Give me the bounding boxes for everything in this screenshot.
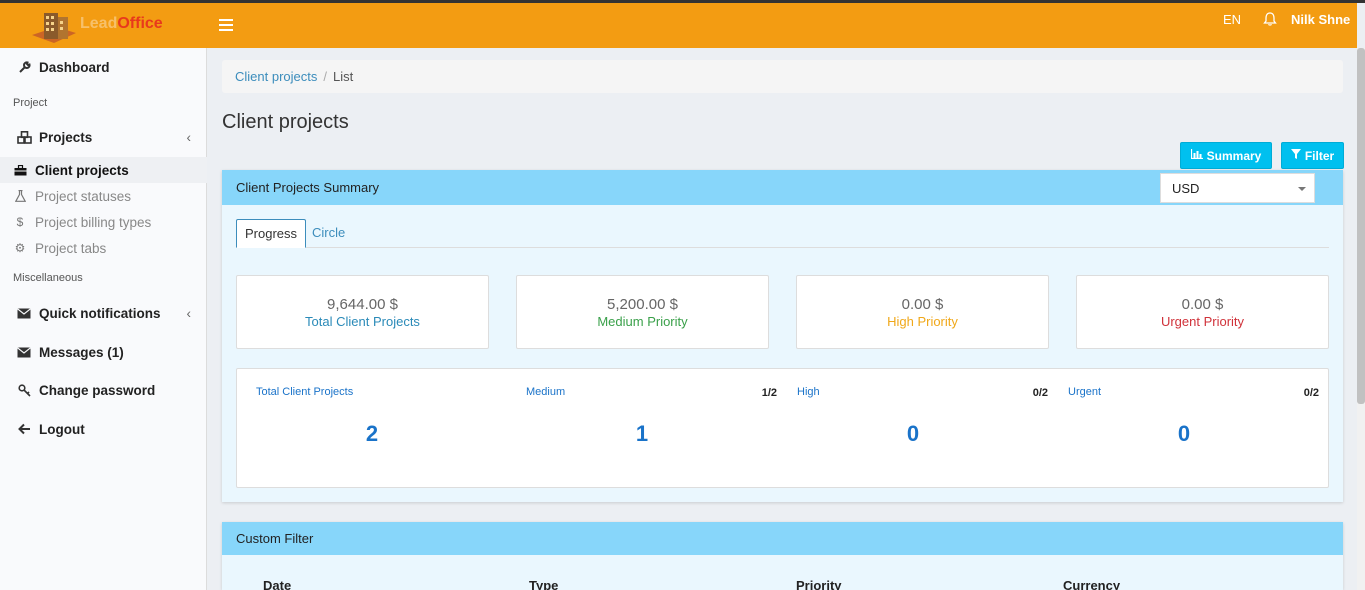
progress-label: Medium xyxy=(526,386,566,398)
key-icon xyxy=(16,383,32,397)
filter-label-type: Type xyxy=(529,578,559,590)
stat-amount: 9,644.00 $ xyxy=(327,296,398,313)
sidebar-item-label: Quick notifications xyxy=(39,305,161,321)
custom-filter-title: Custom Filter xyxy=(222,522,1343,555)
sidebar-item-project-statuses[interactable]: Project statuses xyxy=(0,183,207,209)
progress-value: 0 xyxy=(906,421,920,446)
chevron-left-icon: ‹ xyxy=(186,305,192,321)
progress-ratio: 1/2 xyxy=(761,387,777,399)
progress-item-urgent: Urgent 0/2 0 xyxy=(1049,369,1319,489)
sidebar-item-label: Project statuses xyxy=(35,188,132,204)
sidebar-item-logout[interactable]: Logout xyxy=(0,415,207,443)
progress-value: 2 xyxy=(365,421,379,446)
breadcrumb-separator: / xyxy=(323,69,327,84)
stat-label: Urgent Priority xyxy=(1160,314,1245,329)
sidebar-item-project-billing-types[interactable]: $ Project billing types xyxy=(0,209,207,235)
currency-select[interactable]: USD xyxy=(1160,173,1315,203)
dollar-icon: $ xyxy=(16,215,24,229)
stat-box-medium: 5,200.00 $ Medium Priority xyxy=(516,275,769,349)
breadcrumb-current: List xyxy=(333,69,354,84)
progress-label: High xyxy=(797,386,820,398)
sidebar-item-client-projects[interactable]: Client projects xyxy=(0,157,207,183)
sidebar-item-label: Project billing types xyxy=(35,214,152,230)
arrow-left-icon xyxy=(16,423,32,435)
summary-button[interactable]: Summary xyxy=(1180,142,1272,169)
filter-icon xyxy=(1290,149,1301,162)
page-title: Client projects xyxy=(222,111,349,133)
envelope-icon xyxy=(16,346,32,358)
caret-down-icon xyxy=(1298,187,1306,191)
sidebar-item-label: Messages (1) xyxy=(39,344,124,360)
progress-item-total: Total Client Projects 2 xyxy=(237,369,507,489)
language-selector[interactable]: EN xyxy=(1223,12,1241,27)
filter-label-date: Date xyxy=(263,578,292,590)
cubes-icon xyxy=(16,130,32,144)
sidebar-item-label: Projects xyxy=(39,129,93,145)
progress-value: 1 xyxy=(635,421,649,446)
sidebar-item-label: Client projects xyxy=(35,162,129,178)
filter-label-priority: Priority xyxy=(796,578,842,590)
tab-circle[interactable]: Circle xyxy=(304,219,353,248)
stat-label: Medium Priority xyxy=(597,314,688,329)
scrollbar-thumb[interactable] xyxy=(1357,48,1365,404)
breadcrumb-link-client-projects[interactable]: Client projects xyxy=(235,69,317,84)
stat-box-high: 0.00 $ High Priority xyxy=(796,275,1049,349)
user-menu[interactable]: Nilk Shne xyxy=(1291,12,1350,27)
bell-icon[interactable] xyxy=(1263,12,1277,26)
breadcrumb: Client projects / List xyxy=(222,60,1343,93)
currency-select-value: USD xyxy=(1172,181,1200,196)
top-navbar: LeadOffice EN Nilk Shne xyxy=(0,3,1357,48)
tab-progress[interactable]: Progress xyxy=(236,219,307,248)
wrench-icon xyxy=(16,60,32,74)
progress-value: 0 xyxy=(1177,421,1191,446)
stat-amount: 0.00 $ xyxy=(1181,296,1224,313)
briefcase-icon xyxy=(13,164,27,176)
filter-button-label: Filter xyxy=(1304,148,1335,163)
summary-button-label: Summary xyxy=(1206,148,1262,163)
sidebar-item-quick-notifications[interactable]: Quick notifications ‹ xyxy=(0,299,207,327)
sidebar-section-miscellaneous: Miscellaneous xyxy=(13,272,83,284)
sidebar-item-label: Project tabs xyxy=(35,240,107,256)
bar-chart-icon xyxy=(1190,149,1203,162)
sidebar-item-messages[interactable]: Messages (1) xyxy=(0,338,207,366)
stat-box-total: 9,644.00 $ Total Client Projects xyxy=(236,275,489,349)
sidebar-item-label: Change password xyxy=(39,382,156,398)
logo-text[interactable]: LeadOffice xyxy=(80,15,163,33)
stat-amount: 5,200.00 $ xyxy=(607,296,678,313)
progress-ratio: 0/2 xyxy=(1032,387,1048,399)
progress-label: Urgent xyxy=(1068,386,1102,398)
envelope-icon xyxy=(16,307,32,319)
custom-filter-panel: Custom Filter Date Type Priority Currenc… xyxy=(222,522,1343,590)
flask-icon xyxy=(13,190,27,202)
progress-summary: Total Client Projects 2 Medium 1/2 1 Hig… xyxy=(236,368,1329,488)
progress-label: Total Client Projects xyxy=(256,386,354,398)
logo-text-part1: Lead xyxy=(80,15,118,32)
sidebar-item-dashboard[interactable]: Dashboard xyxy=(0,53,207,81)
progress-item-medium: Medium 1/2 1 xyxy=(507,369,777,489)
stat-amount: 0.00 $ xyxy=(901,296,944,313)
summary-panel: Client Projects Summary USD Progress Cir… xyxy=(222,170,1343,502)
stat-label: Total Client Projects xyxy=(305,314,420,329)
filter-button[interactable]: Filter xyxy=(1281,142,1344,169)
summary-tabs: Progress Circle xyxy=(236,219,1329,248)
sidebar-item-label: Dashboard xyxy=(39,59,110,75)
sidebar-toggle-icon[interactable] xyxy=(219,19,233,31)
sidebar-item-projects[interactable]: Projects ‹ xyxy=(0,123,207,151)
sidebar: Dashboard Project Projects ‹ Client proj… xyxy=(0,48,207,590)
progress-ratio: 0/2 xyxy=(1303,387,1319,399)
progress-item-high: High 0/2 0 xyxy=(778,369,1048,489)
stat-box-urgent: 0.00 $ Urgent Priority xyxy=(1076,275,1329,349)
sidebar-item-label: Logout xyxy=(39,421,85,437)
sidebar-item-project-tabs[interactable]: ⚙ Project tabs xyxy=(0,235,207,261)
sidebar-item-change-password[interactable]: Change password xyxy=(0,376,207,404)
stat-label: High Priority xyxy=(887,314,958,329)
cogs-icon: ⚙ xyxy=(14,241,26,255)
logo-text-part2: Office xyxy=(117,15,163,32)
chevron-left-icon: ‹ xyxy=(186,129,192,145)
sidebar-section-project: Project xyxy=(13,97,48,109)
building-logo-icon xyxy=(32,13,76,43)
page-scrollbar[interactable] xyxy=(1357,48,1365,590)
filter-label-currency: Currency xyxy=(1063,578,1121,590)
